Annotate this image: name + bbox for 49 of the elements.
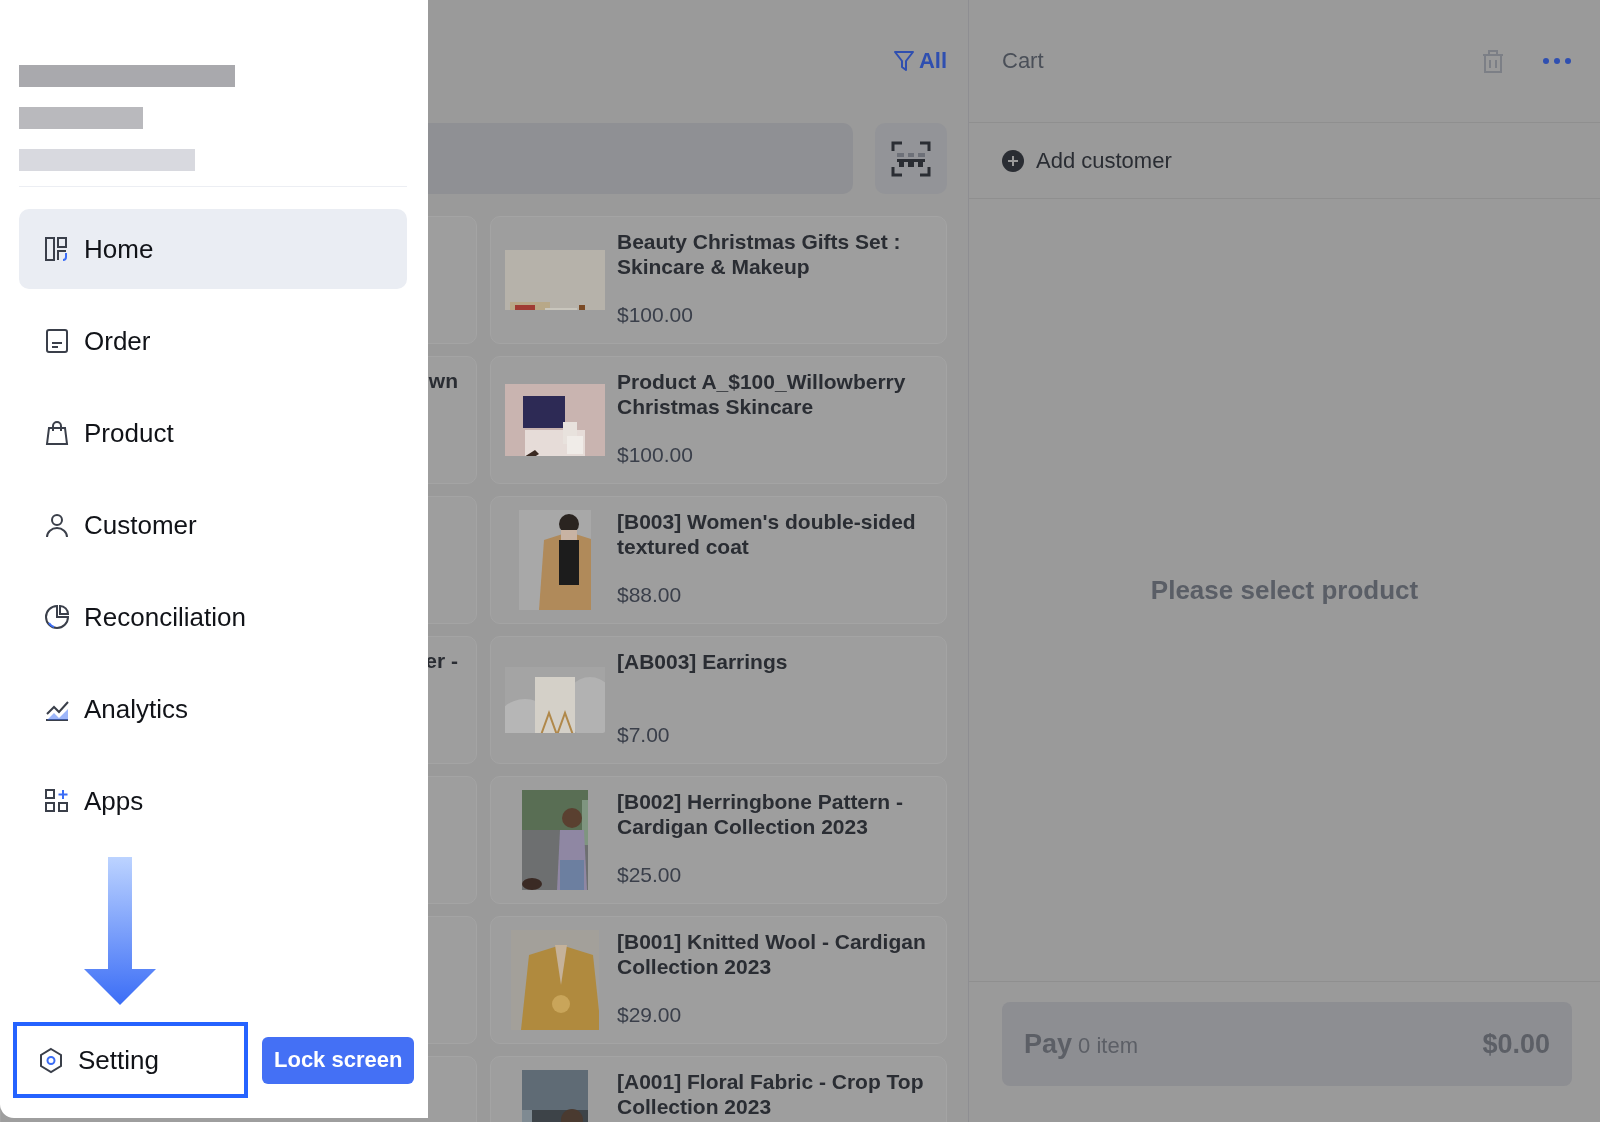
product-price: $100.00: [617, 443, 694, 468]
empty-message: Please select product: [1150, 574, 1419, 606]
pie-chart-icon: [44, 604, 70, 630]
person-icon: [44, 512, 70, 538]
product-title: [B001] Knitted Wool - Cardigan Collection 2023: [617, 929, 927, 979]
product-card[interactable]: [A001] Floral Fabric - Crop Top Collection 2023: [490, 1056, 947, 1122]
product-title: Product A_$100_Willowberry Christmas Skincare: [617, 369, 907, 419]
plus-icon: [1002, 149, 1024, 172]
product-card[interactable]: Beauty Christmas Gifts Set : Skincare & Makeup $100.00: [490, 216, 947, 344]
nav-item[interactable]: Order: [19, 301, 407, 381]
product-price: $29.00: [617, 1003, 683, 1028]
product-price: $100.00: [617, 303, 694, 328]
product-card[interactable]: [B003] Women's double-sided textured coat $88.00: [490, 496, 947, 624]
bag-icon: [44, 420, 70, 446]
product-title: [AB003] Earrings: [617, 649, 789, 674]
settings-icon: [38, 1046, 64, 1074]
cart-title: Cart: [1002, 48, 1045, 74]
product-price: $88.00: [617, 583, 683, 608]
document-icon: [44, 328, 70, 354]
nav-item[interactable]: Analytics: [19, 669, 407, 749]
product-card[interactable]: [B002] Herringbone Pattern - Cardigan Collection 2023 $25.00: [490, 776, 947, 904]
more-button[interactable]: [1542, 57, 1572, 65]
filter-icon: [892, 49, 915, 72]
nav-item[interactable]: Reconciliation: [19, 577, 407, 657]
add-customer-button[interactable]: Add customer: [1002, 147, 1172, 174]
delete-button[interactable]: [1480, 48, 1506, 74]
product-title: [A001] Floral Fabric - Crop Top Collection 2023: [617, 1069, 925, 1119]
product-card[interactable]: [AB003] Earrings $7.00: [490, 636, 947, 764]
product-card[interactable]: Product A_$100_Willowberry Christmas Skincare $100.00: [490, 356, 947, 484]
product-title: wn: [428, 369, 458, 394]
product-price: $7.00: [617, 723, 671, 748]
product-title: [B003] Women's double-sided textured coat: [617, 509, 917, 559]
nav-item[interactable]: Apps: [19, 761, 407, 841]
product-price: $25.00: [617, 863, 683, 888]
nav-item[interactable]: Customer: [19, 485, 407, 565]
barcode-scan-icon: [891, 140, 931, 177]
lock-screen-button[interactable]: Lock screen: [262, 1036, 415, 1084]
dashboard-icon: [44, 236, 70, 262]
scan-button[interactable]: [875, 123, 947, 194]
product-title: Beauty Christmas Gifts Set : Skincare & Makeup: [617, 229, 902, 279]
trash-icon: [1480, 48, 1506, 74]
setting-item[interactable]: Setting: [13, 1022, 248, 1098]
product-card[interactable]: [B001] Knitted Wool - Cardigan Collection 2023 $29.00: [490, 916, 947, 1044]
filter-button[interactable]: All: [892, 47, 947, 74]
more-icon: [1542, 57, 1572, 65]
product-title: [B002] Herringbone Pattern - Cardigan Collection 2023: [617, 789, 904, 839]
nav-item[interactable]: Product: [19, 393, 407, 473]
grid-plus-icon: [44, 788, 70, 814]
nav-item[interactable]: Home: [19, 209, 407, 289]
